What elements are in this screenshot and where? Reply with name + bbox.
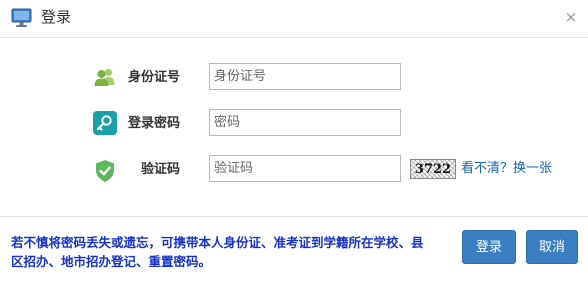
id-card-input[interactable] (209, 63, 401, 90)
captcha-input[interactable] (209, 155, 401, 182)
password-row: 登录密码 (0, 108, 588, 140)
dialog-header: 登录 × (0, 0, 588, 38)
captcha-row: 验证码 3722 看不清？换一张 (0, 154, 588, 186)
captcha-image[interactable]: 3722 (410, 159, 456, 179)
close-icon[interactable]: × (564, 8, 578, 26)
dialog-footer: 若不慎将密码丢失或遗忘，可携带本人身份证、准考证到学籍所在学校、县区招办、地市招… (0, 216, 588, 281)
login-dialog: 登录 × 身份证号 登录密码 (0, 0, 588, 280)
captcha-label: 验证码 (140, 162, 180, 177)
shield-icon (93, 159, 117, 183)
refresh-captcha-link[interactable]: 看不清？换一张 (461, 160, 552, 178)
password-input[interactable] (209, 109, 401, 136)
id-card-row: 身份证号 (0, 62, 588, 94)
users-icon (93, 65, 117, 89)
dialog-title: 登录 (41, 8, 72, 26)
key-icon (93, 111, 117, 135)
password-label: 登录密码 (127, 116, 180, 131)
cancel-button[interactable]: 取消 (526, 230, 578, 264)
login-button[interactable]: 登录 (462, 230, 516, 264)
password-recovery-notice: 若不慎将密码丢失或遗忘，可携带本人身份证、准考证到学籍所在学校、县区招办、地市招… (11, 235, 424, 269)
id-card-label: 身份证号 (127, 70, 180, 85)
captcha-code: 3722 (414, 162, 452, 177)
monitor-icon (11, 8, 32, 28)
